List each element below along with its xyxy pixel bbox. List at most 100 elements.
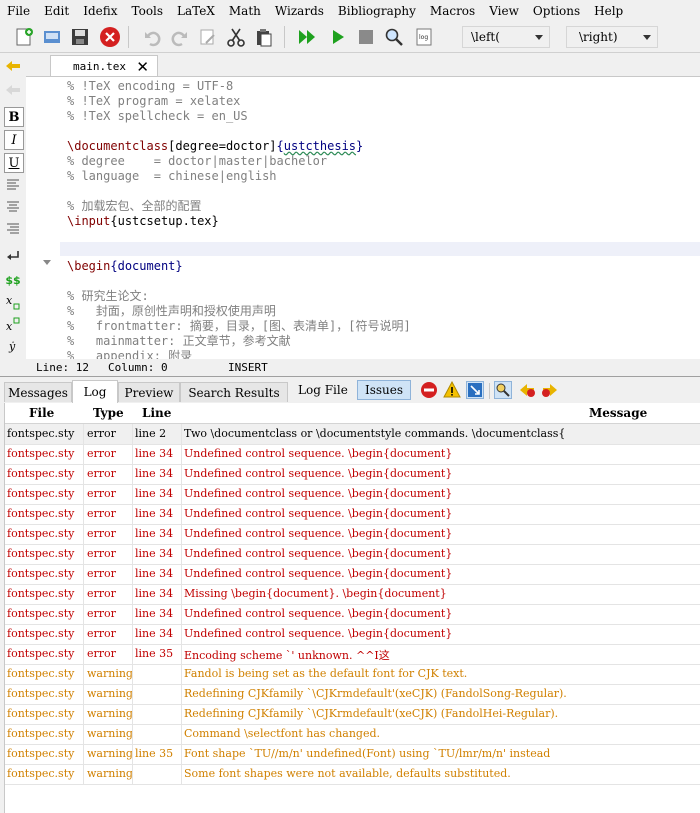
menu-edit[interactable]: Edit — [37, 4, 76, 18]
log-row[interactable]: fontspec.sty warning Some font shapes were… — [5, 764, 700, 785]
log-row[interactable]: fontspec.sty error line 34 Undefined contro… — [5, 624, 700, 645]
log-row[interactable]: fontspec.sty error line 34 Undefined contro… — [5, 504, 700, 525]
underline-button[interactable]: U — [4, 153, 24, 173]
close-icon[interactable]: ✕ — [136, 58, 149, 76]
align-left-icon[interactable] — [4, 175, 22, 193]
log-message: Undefined control sequence. \begin{docum… — [184, 467, 453, 480]
log-row[interactable]: fontspec.sty warning Command \selectfont h… — [5, 724, 700, 745]
log-message: Undefined control sequence. \begin{docum… — [184, 447, 453, 460]
menu-tools[interactable]: Tools — [125, 4, 171, 18]
fold-marker-icon[interactable] — [43, 260, 51, 265]
log-row[interactable]: fontspec.sty error line 34 Undefined contro… — [5, 604, 700, 625]
warnings-filter-icon[interactable] — [443, 381, 461, 399]
log-file: fontspec.sty — [7, 487, 75, 500]
bold-button[interactable]: B — [4, 107, 24, 127]
latex-option: [degree=doctor] — [168, 139, 277, 153]
newline-icon[interactable] — [4, 247, 22, 265]
tab-preview[interactable]: Preview — [118, 382, 180, 402]
log-row[interactable]: fontspec.sty error line 34 Undefined contro… — [5, 524, 700, 545]
menu-idefix[interactable]: Idefix — [76, 4, 124, 18]
log-row[interactable]: fontspec.sty error line 34 Missing \begin{d… — [5, 584, 700, 605]
new-file-icon[interactable] — [12, 25, 36, 49]
undo-icon[interactable] — [140, 25, 164, 49]
log-row[interactable]: fontspec.sty error line 35 Encoding scheme … — [5, 644, 700, 665]
log-row[interactable]: fontspec.sty warning Redefining CJKfamily … — [5, 684, 700, 705]
left-delimiter-select[interactable]: \left( — [462, 26, 550, 48]
align-center-icon[interactable] — [4, 197, 22, 215]
italic-button[interactable]: I — [4, 130, 24, 150]
stop-icon[interactable] — [354, 25, 378, 49]
log-file-button[interactable]: Log File — [298, 380, 348, 400]
col-file[interactable]: File — [29, 406, 54, 420]
log-line: line 34 — [135, 607, 174, 620]
copy-icon[interactable] — [196, 25, 220, 49]
redo-icon[interactable] — [168, 25, 192, 49]
log-message: Redefining CJKfamily `\CJKrmdefault'(xeC… — [184, 687, 567, 700]
log-row[interactable]: fontspec.sty error line 2 Two \documentclas… — [5, 424, 700, 445]
build-view-icon[interactable] — [296, 25, 320, 49]
log-row[interactable]: fontspec.sty warning Fandol is being set a… — [5, 664, 700, 685]
previous-issue-icon[interactable] — [518, 381, 536, 399]
structure-icon[interactable] — [4, 81, 22, 99]
code-line: % mainmatter: 正文章节，参考文献 — [67, 334, 291, 348]
menu-macros[interactable]: Macros — [423, 4, 482, 18]
menu-options[interactable]: Options — [526, 4, 587, 18]
tab-main-tex[interactable]: main.tex ✕ — [50, 55, 158, 76]
issues-button[interactable]: Issues — [357, 380, 411, 400]
close-document-icon[interactable] — [98, 25, 122, 49]
log-file: fontspec.sty — [7, 687, 75, 700]
col-message[interactable]: Message — [589, 406, 647, 420]
log-type: error — [87, 487, 116, 500]
log-row[interactable]: fontspec.sty warning line 35 Font shape `TU… — [5, 744, 700, 765]
left-delimiter-value: \left( — [471, 30, 500, 44]
view-log-icon[interactable]: log — [412, 25, 436, 49]
next-issue-icon[interactable] — [541, 381, 559, 399]
open-file-icon[interactable] — [40, 25, 64, 49]
tab-search-results[interactable]: Search Results — [180, 382, 288, 402]
tab-log[interactable]: Log — [72, 380, 118, 403]
log-row[interactable]: fontspec.sty warning Redefining CJKfamily … — [5, 704, 700, 725]
menu-wizards[interactable]: Wizards — [268, 4, 331, 18]
menu-help[interactable]: Help — [587, 4, 630, 18]
log-row[interactable]: fontspec.sty error line 34 Undefined contro… — [5, 544, 700, 565]
log-message: Redefining CJKfamily `\CJKrmdefault'(xeC… — [184, 707, 559, 720]
bookmark-icon[interactable] — [4, 57, 22, 75]
log-type: warning — [87, 727, 133, 740]
log-row[interactable]: fontspec.sty error line 34 Undefined contro… — [5, 444, 700, 465]
menu-math[interactable]: Math — [222, 4, 268, 18]
badboxes-filter-icon[interactable] — [466, 381, 484, 399]
save-icon[interactable] — [68, 25, 92, 49]
cut-icon[interactable] — [224, 25, 248, 49]
menu-bibliography[interactable]: Bibliography — [331, 4, 423, 18]
log-row[interactable]: fontspec.sty error line 34 Undefined contro… — [5, 464, 700, 485]
col-line[interactable]: Line — [142, 406, 171, 420]
code-area[interactable]: % !TeX encoding = UTF-8% !TeX program = … — [67, 77, 700, 359]
compile-icon[interactable] — [326, 25, 350, 49]
log-file: fontspec.sty — [7, 667, 75, 680]
math-mode-button[interactable]: $$ — [4, 271, 22, 289]
fraction-icon[interactable]: ẏ — [4, 337, 22, 355]
right-delimiter-select[interactable]: \right) — [566, 26, 658, 48]
log-file: fontspec.sty — [7, 507, 75, 520]
log-type: error — [87, 587, 116, 600]
paste-icon[interactable] — [252, 25, 276, 49]
view-pdf-icon[interactable] — [382, 25, 406, 49]
log-line: line 34 — [135, 467, 174, 480]
search-log-icon[interactable] — [494, 381, 512, 399]
errors-filter-icon[interactable] — [420, 381, 438, 399]
align-right-icon[interactable] — [4, 219, 22, 237]
log-row[interactable]: fontspec.sty error line 34 Undefined contro… — [5, 564, 700, 585]
tab-messages[interactable]: Messages — [4, 382, 72, 402]
code-editor[interactable]: % !TeX encoding = UTF-8% !TeX program = … — [26, 77, 700, 359]
log-row[interactable]: fontspec.sty error line 34 Undefined contro… — [5, 484, 700, 505]
menu-view[interactable]: View — [482, 4, 526, 18]
log-file: fontspec.sty — [7, 607, 75, 620]
log-line: line 35 — [135, 647, 174, 660]
menu-latex[interactable]: LaTeX — [170, 4, 222, 18]
col-type[interactable]: Type — [93, 406, 124, 420]
subscript-icon[interactable]: x — [4, 293, 22, 311]
code-line: \begin{document} — [67, 259, 183, 273]
log-message: Fandol is being set as the default font … — [184, 667, 468, 680]
superscript-icon[interactable]: x — [4, 315, 22, 333]
menu-file[interactable]: File — [0, 4, 37, 18]
